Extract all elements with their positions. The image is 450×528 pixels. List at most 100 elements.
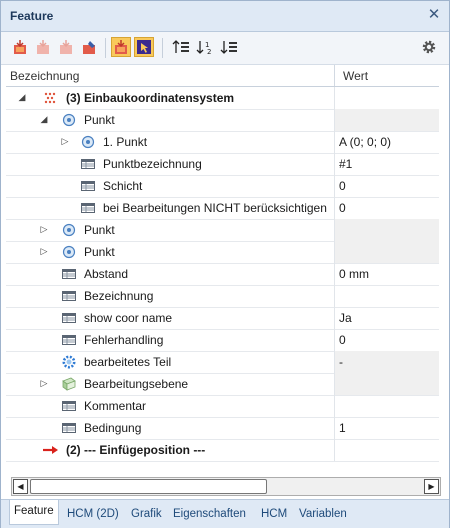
tree-row[interactable]: (2) --- Einfügeposition --- [6, 439, 439, 462]
row-label: Punktbezeichnung [103, 157, 202, 171]
cursor-arrow-icon[interactable] [134, 37, 154, 57]
row-label: bearbeitetes Teil [84, 355, 172, 369]
panel-title: Feature [10, 9, 54, 23]
point-icon [61, 222, 77, 238]
tree-row[interactable]: Fehlerhandling 0 [6, 329, 439, 352]
tree-row[interactable]: ◢ (3) Einbaukoordinatensystem [6, 87, 439, 110]
collapse-icon[interactable]: ◢ [39, 113, 49, 125]
row-value: A (0; 0; 0) [339, 135, 392, 149]
row-label: Bedingung [84, 421, 142, 435]
tree-row[interactable]: bei Bearbeitungen NICHT berücksichtigen … [6, 197, 439, 220]
sort-ascending-icon[interactable] [171, 37, 191, 57]
tree-row[interactable]: Kommentar [6, 395, 439, 418]
row-label: Bezeichnung [84, 289, 154, 303]
row-value: - [339, 355, 343, 369]
property-icon [80, 156, 96, 172]
tree-row[interactable]: bearbeitetes Teil - [6, 351, 439, 374]
scrollbar-thumb[interactable] [30, 479, 267, 494]
toolbar-separator [105, 38, 106, 58]
expand-icon[interactable]: ▷ [39, 377, 49, 389]
point-icon [61, 112, 77, 128]
row-value: 1 [339, 421, 346, 435]
tree-row[interactable]: Punktbezeichnung #1 [6, 153, 439, 176]
arrow-right-icon [42, 442, 58, 458]
gear-icon[interactable] [419, 37, 439, 57]
coordinate-system-icon [42, 90, 58, 106]
property-icon [61, 398, 77, 414]
horizontal-scrollbar[interactable]: ◀ ▶ [11, 477, 441, 496]
title-bar: Feature ✕ [1, 1, 449, 32]
column-header-value[interactable]: Wert [334, 65, 440, 86]
feature-disabled-icon[interactable] [33, 37, 53, 57]
row-label: (2) --- Einfügeposition --- [66, 443, 206, 457]
tab-bar: Feature HCM (2D) Grafik Eigenschaften HC… [1, 499, 449, 528]
expand-icon[interactable]: ▷ [60, 135, 70, 147]
row-label: Abstand [84, 267, 129, 281]
feature-active-icon[interactable] [111, 37, 131, 57]
tree-row[interactable]: ▷ Bearbeitungsebene [6, 373, 439, 396]
gear-part-icon [61, 354, 77, 370]
sort-numeric-icon[interactable]: 12 [195, 37, 215, 57]
row-value: 0 [339, 179, 346, 193]
property-icon [61, 310, 77, 326]
toolbar-separator [162, 38, 163, 58]
tab-eigenschaften[interactable]: Eigenschaften [173, 505, 246, 523]
row-label: Fehlerhandling [84, 333, 164, 347]
tree-row[interactable]: ◢ Punkt [6, 109, 439, 132]
column-header-name[interactable]: Bezeichnung [6, 65, 333, 86]
property-icon [80, 178, 96, 194]
feature-add-icon[interactable] [10, 37, 30, 57]
tab-hcm[interactable]: HCM [261, 505, 287, 523]
property-grid: ◢ (3) Einbaukoordinatensystem ◢ Punkt ▷ … [6, 87, 439, 473]
feature-disabled-icon[interactable] [56, 37, 76, 57]
row-label: bei Bearbeitungen NICHT berücksichtigen [103, 201, 327, 215]
close-icon[interactable]: ✕ [426, 7, 442, 23]
row-value: 0 [339, 333, 346, 347]
tree-row[interactable]: ▷ Punkt [6, 219, 439, 242]
column-header: Bezeichnung Wert [6, 65, 440, 87]
scroll-right-icon[interactable]: ▶ [424, 479, 439, 494]
plane-icon [61, 376, 77, 392]
feature-edit-icon[interactable] [79, 37, 99, 57]
row-label: (3) Einbaukoordinatensystem [66, 91, 235, 105]
collapse-icon[interactable]: ◢ [17, 91, 27, 103]
sort-descending-icon[interactable] [219, 37, 239, 57]
row-label: Schicht [103, 179, 143, 193]
tab-grafik[interactable]: Grafik [131, 505, 162, 523]
property-icon [61, 332, 77, 348]
expand-icon[interactable]: ▷ [39, 245, 49, 257]
feature-panel: Feature ✕ 12 Bezeichnung Wert ◢ (3) Einb… [0, 0, 450, 528]
tree-row[interactable]: ▷ Punkt [6, 241, 439, 264]
row-value: #1 [339, 157, 353, 171]
row-label: 1. Punkt [103, 135, 148, 149]
row-value: 0 mm [339, 267, 369, 281]
row-label: Kommentar [84, 399, 147, 413]
tab-feature[interactable]: Feature [9, 500, 59, 525]
tab-variablen[interactable]: Variablen [299, 505, 347, 523]
tree-row[interactable]: Bedingung 1 [6, 417, 439, 440]
point-icon [80, 134, 96, 150]
tree-row[interactable]: Bezeichnung [6, 285, 439, 308]
toolbar: 12 [1, 32, 449, 65]
property-icon [61, 266, 77, 282]
tree-row[interactable]: ▷ 1. Punkt A (0; 0; 0) [6, 131, 439, 154]
row-label: show coor name [84, 311, 173, 325]
tree-row[interactable]: show coor name Ja [6, 307, 439, 330]
property-icon [61, 420, 77, 436]
row-value: 0 [339, 201, 346, 215]
point-icon [61, 244, 77, 260]
row-value: Ja [339, 311, 352, 325]
column-name-label: Bezeichnung [10, 69, 80, 83]
svg-text:2: 2 [207, 48, 211, 55]
expand-icon[interactable]: ▷ [39, 223, 49, 235]
column-value-label: Wert [343, 69, 369, 83]
row-label: Punkt [84, 113, 115, 127]
row-label: Punkt [84, 245, 115, 259]
tab-hcm-2d[interactable]: HCM (2D) [67, 505, 119, 523]
scroll-left-icon[interactable]: ◀ [13, 479, 28, 494]
row-label: Punkt [84, 223, 115, 237]
row-label: Bearbeitungsebene [84, 377, 189, 391]
property-icon [61, 288, 77, 304]
tree-row[interactable]: Schicht 0 [6, 175, 439, 198]
tree-row[interactable]: Abstand 0 mm [6, 263, 439, 286]
